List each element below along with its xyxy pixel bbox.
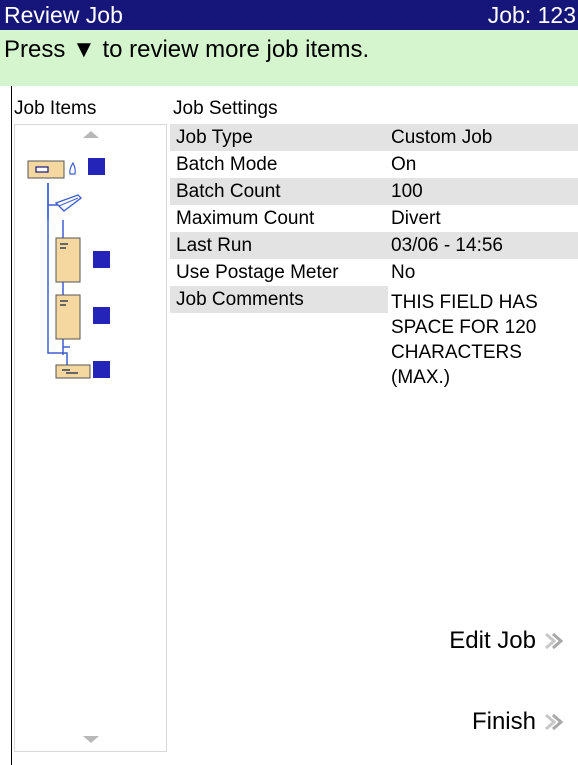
job-number: Job: 123 <box>487 2 576 28</box>
comment-line: CHARACTERS <box>391 342 522 363</box>
edit-job-button[interactable]: Edit Job <box>449 627 568 655</box>
setting-row[interactable]: Job Type Custom Job <box>170 124 578 151</box>
job-settings-header: Job Settings <box>173 98 278 119</box>
item-square[interactable] <box>93 307 110 324</box>
setting-label: Batch Count <box>170 178 388 205</box>
finish-label: Finish <box>471 708 536 735</box>
envelope-icon[interactable] <box>27 160 65 179</box>
setting-row[interactable]: Batch Mode On <box>170 151 578 178</box>
setting-label: Maximum Count <box>176 208 315 229</box>
comment-line: (MAX.) <box>391 367 451 388</box>
comment-line: SPACE FOR 120 <box>391 317 537 338</box>
job-items-tree <box>27 158 110 379</box>
title-bar: Review Job Job: 123 <box>0 0 578 30</box>
setting-value: Custom Job <box>388 124 578 151</box>
info-message: Press ▼ to review more job items. <box>4 36 370 63</box>
left-border <box>0 86 12 765</box>
setting-row[interactable]: Use Postage Meter No <box>170 259 578 286</box>
sheet-icon[interactable] <box>55 294 81 340</box>
job-settings-table: Job Type Custom Job Batch Mode On Batch … <box>170 124 578 388</box>
screen-title: Review Job <box>4 2 123 28</box>
setting-label: Use Postage Meter <box>176 262 339 283</box>
item-square[interactable] <box>93 251 110 268</box>
item-square[interactable] <box>88 158 105 175</box>
chevron-right-icon <box>545 713 564 731</box>
job-items-header: Job Items <box>14 98 97 119</box>
setting-value: 100 <box>388 178 578 205</box>
edit-job-label: Edit Job <box>449 627 536 654</box>
sheet-icon[interactable] <box>55 237 81 283</box>
insert-icon[interactable] <box>55 364 91 379</box>
setting-row[interactable]: Batch Count 100 <box>170 178 578 205</box>
job-comments-value: THIS FIELD HAS SPACE FOR 120 CHARACTERS … <box>391 290 578 390</box>
scroll-down-icon[interactable] <box>15 736 166 743</box>
comment-line: THIS FIELD HAS <box>391 292 538 313</box>
seal-icon <box>69 161 76 175</box>
setting-label: Job Type <box>170 124 388 151</box>
finish-button[interactable]: Finish <box>472 708 568 736</box>
job-items-panel[interactable] <box>14 124 167 752</box>
setting-label: Last Run <box>170 232 388 259</box>
job-comments-label: Job Comments <box>170 286 388 313</box>
setting-row[interactable]: Last Run 03/06 - 14:56 <box>170 232 578 259</box>
setting-label: Batch Mode <box>176 154 278 175</box>
item-square[interactable] <box>93 361 110 378</box>
setting-value: No <box>391 262 416 283</box>
info-bar: Press ▼ to review more job items. <box>0 30 578 86</box>
setting-row[interactable]: Maximum Count Divert <box>170 205 578 232</box>
job-comments-row[interactable]: Job Comments THIS FIELD HAS SPACE FOR 12… <box>170 286 578 388</box>
chevron-right-icon <box>545 632 564 650</box>
setting-value: Divert <box>391 208 441 229</box>
setting-value: On <box>391 154 417 175</box>
tray-icon[interactable] <box>54 194 83 212</box>
setting-value: 03/06 - 14:56 <box>388 232 578 259</box>
